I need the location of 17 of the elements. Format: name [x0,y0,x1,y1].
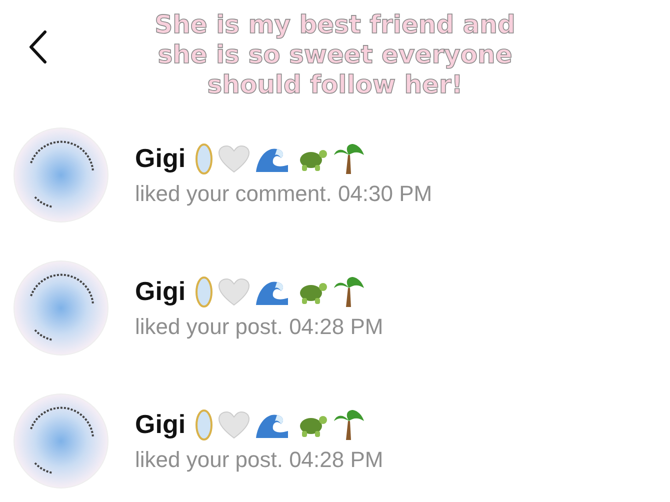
user-name[interactable]: Gigi [135,276,186,307]
palm-tree-icon [332,142,365,174]
heart-icon [218,144,250,172]
user-name[interactable]: Gigi [135,143,186,174]
heart-icon [218,410,250,438]
back-icon[interactable] [28,30,48,64]
caption: She is my best friend and she is so sweet everyone should follow her! [154,10,516,100]
notification-text: liked your comment. 04:30 PM [135,180,432,206]
mirror-icon [194,276,213,308]
notification-text: liked your post. 04:28 PM [135,314,384,340]
heart-icon [218,278,250,306]
palm-tree-icon [332,408,365,440]
mirror-icon [194,408,213,440]
mirror-icon [194,142,213,174]
user-name[interactable]: Gigi [135,409,186,440]
notification-text: liked your post. 04:28 PM [135,446,384,472]
palm-tree-icon [332,276,365,308]
